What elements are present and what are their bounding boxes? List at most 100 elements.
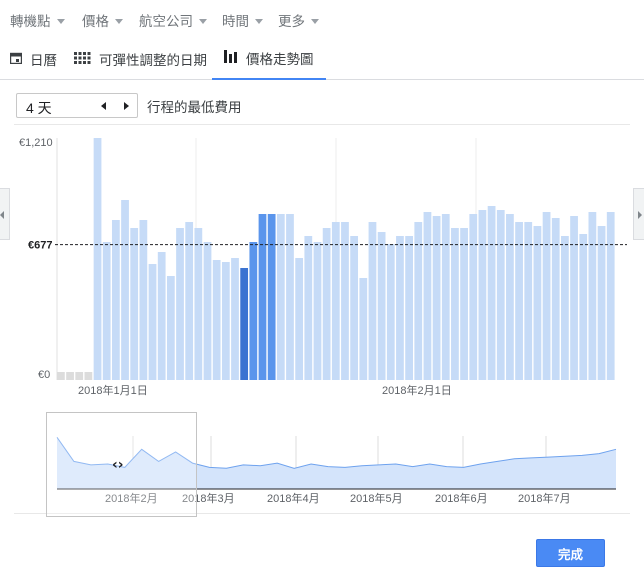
price-bar[interactable]: [313, 242, 322, 380]
price-bar-empty[interactable]: [84, 372, 93, 380]
duration-increase-button[interactable]: [120, 100, 132, 112]
price-bar[interactable]: [469, 214, 478, 380]
price-bar-empty[interactable]: [57, 372, 65, 380]
bar-chart-icon: [224, 50, 238, 66]
filter-stops[interactable]: 轉機點: [10, 10, 65, 30]
price-bar[interactable]: [542, 212, 551, 380]
filter-more-label: 更多: [278, 14, 305, 29]
price-bar[interactable]: [121, 200, 129, 380]
price-bar[interactable]: [597, 226, 606, 380]
price-bar[interactable]: [221, 262, 230, 380]
price-bar[interactable]: [579, 234, 588, 380]
tab-flexible-dates-label: 可彈性調整的日期: [99, 53, 207, 68]
price-bar[interactable]: [359, 278, 368, 380]
price-bar[interactable]: [258, 214, 267, 380]
drag-handle-icon[interactable]: ‹›: [112, 457, 124, 473]
filter-bar: 轉機點 價格 航空公司 時間 更多: [0, 0, 644, 38]
price-bar[interactable]: [267, 214, 276, 380]
done-button[interactable]: 完成: [536, 539, 605, 567]
price-bar[interactable]: [496, 210, 505, 380]
overview-x-tick-label: 2018年4月: [267, 491, 320, 505]
price-bar[interactable]: [460, 228, 468, 380]
price-bar[interactable]: [515, 222, 523, 380]
filter-airline[interactable]: 航空公司: [139, 10, 207, 30]
price-bar[interactable]: [212, 260, 221, 380]
price-bar[interactable]: [377, 232, 386, 380]
filter-more[interactable]: 更多: [278, 10, 319, 30]
y-tick-reference: €677: [28, 240, 52, 252]
price-bar[interactable]: [102, 242, 111, 380]
chevron-down-icon: [115, 19, 123, 24]
price-bar-empty[interactable]: [66, 372, 74, 380]
duration-decrease-button[interactable]: [98, 100, 110, 112]
price-bar[interactable]: [588, 212, 597, 380]
price-bar[interactable]: [148, 264, 157, 380]
price-bar[interactable]: [487, 206, 496, 380]
price-bar[interactable]: [386, 244, 395, 380]
tab-flexible-dates[interactable]: 可彈性調整的日期: [74, 38, 207, 80]
price-bar[interactable]: [423, 212, 432, 380]
price-bar[interactable]: [350, 236, 359, 380]
price-bar[interactable]: [561, 236, 569, 380]
tab-price-graph-label: 價格走勢圖: [246, 52, 314, 67]
x-tick-label: 2018年2月1日: [382, 383, 452, 397]
tab-calendar-label: 日曆: [30, 53, 57, 68]
chart-grid: [56, 138, 477, 380]
price-bar[interactable]: [111, 220, 120, 380]
trip-duration-selector[interactable]: 4 天: [16, 93, 138, 118]
filter-price[interactable]: 價格: [82, 10, 123, 30]
y-tick-bottom: €0: [38, 369, 50, 381]
price-bar[interactable]: [185, 222, 194, 380]
price-bar[interactable]: [405, 236, 413, 380]
view-tabs: 日曆 可彈性調整的日期 價格走勢圖: [0, 38, 644, 80]
price-bar[interactable]: [157, 252, 166, 380]
price-bar[interactable]: [606, 212, 615, 380]
price-bar[interactable]: [478, 210, 487, 380]
overview-chart: 2018年2月2018年3月2018年4月2018年5月2018年6月2018年…: [46, 412, 617, 517]
price-bar[interactable]: [570, 216, 578, 380]
tab-price-graph[interactable]: 價格走勢圖: [212, 38, 326, 80]
price-bar[interactable]: [276, 214, 285, 380]
price-bar[interactable]: [304, 236, 313, 380]
price-bar[interactable]: [130, 228, 139, 380]
price-bar[interactable]: [524, 222, 533, 380]
price-bar[interactable]: [441, 214, 450, 380]
price-bar-empty[interactable]: [75, 372, 84, 380]
x-tick-label: 2018年1月1日: [78, 383, 148, 397]
price-bar[interactable]: [396, 236, 404, 380]
price-bar[interactable]: [231, 258, 239, 380]
chevron-down-icon: [56, 19, 65, 24]
price-bar[interactable]: [203, 242, 212, 380]
price-bar[interactable]: [194, 228, 203, 380]
tab-calendar[interactable]: 日曆: [9, 38, 57, 80]
price-bar[interactable]: [533, 226, 542, 380]
price-bar[interactable]: [176, 228, 184, 380]
price-bar[interactable]: [341, 222, 349, 380]
price-bar[interactable]: [249, 242, 258, 380]
price-bar[interactable]: [368, 222, 377, 380]
filter-time[interactable]: 時間: [222, 10, 263, 30]
triangle-right-icon: [124, 102, 129, 110]
price-bar[interactable]: [240, 268, 249, 380]
overview-x-tick-label: 2018年7月: [518, 491, 571, 505]
price-bar[interactable]: [166, 276, 175, 380]
grid-icon: [74, 51, 91, 67]
price-bar[interactable]: [506, 214, 514, 380]
price-bar[interactable]: [414, 222, 423, 380]
price-bar[interactable]: [139, 220, 148, 380]
overview-x-tick-label: 2018年6月: [435, 491, 488, 505]
triangle-left-icon: [101, 102, 106, 110]
filter-time-label: 時間: [222, 14, 249, 29]
price-bar[interactable]: [551, 218, 560, 380]
chevron-down-icon: [199, 19, 207, 24]
price-bar[interactable]: [295, 258, 304, 380]
price-bar[interactable]: [93, 138, 102, 380]
y-tick-top: €1,210: [19, 137, 53, 149]
price-bar[interactable]: [331, 222, 340, 380]
price-bar[interactable]: [286, 214, 294, 380]
lowest-price-caption: 行程的最低費用: [147, 100, 242, 115]
price-bar[interactable]: [451, 228, 459, 380]
price-bar[interactable]: [432, 216, 441, 380]
price-bar[interactable]: [322, 228, 331, 380]
filter-price-label: 價格: [82, 14, 109, 29]
